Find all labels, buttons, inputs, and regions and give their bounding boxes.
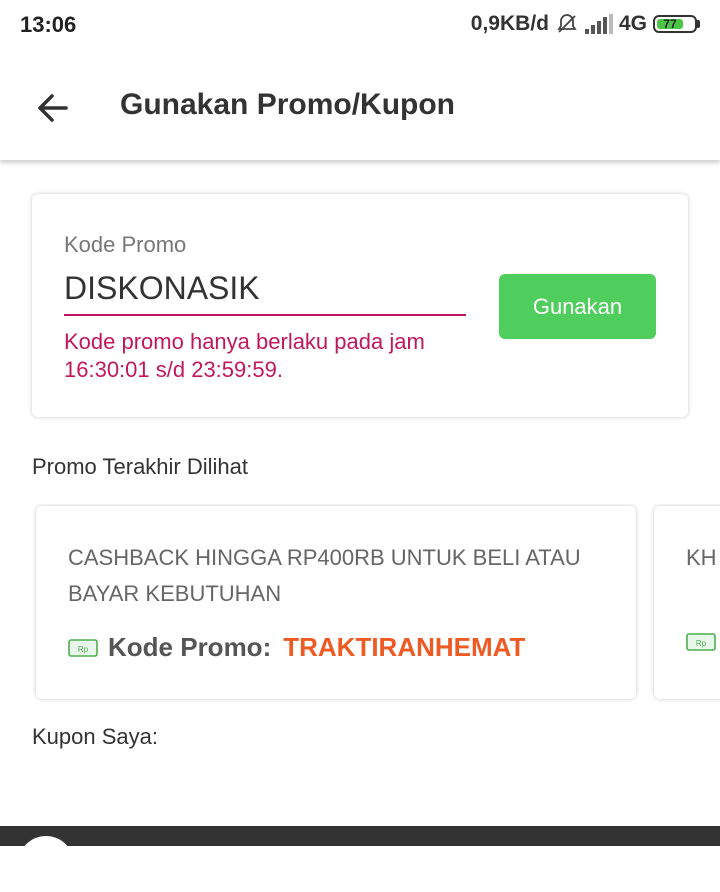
my-coupons-title: Kupon Saya:: [32, 724, 158, 749]
promo-code-row: Rp: [686, 632, 716, 652]
battery-level: 77: [657, 18, 683, 30]
money-icon: Rp: [68, 638, 98, 657]
promo-description: KH CAS: [686, 545, 720, 570]
avatar[interactable]: [18, 836, 74, 892]
promo-code-input[interactable]: [64, 262, 466, 316]
bell-off-icon: [557, 14, 577, 33]
promo-card[interactable]: CASHBACK HINGGA RP400RB UNTUK BELI ATAU …: [36, 506, 636, 699]
promo-code-value: TRAKTIRANHEMAT: [283, 632, 526, 662]
status-indicators: 0,9KB/d 4G 77: [471, 12, 700, 36]
page-title: Gunakan Promo/Kupon: [120, 88, 456, 121]
promo-code-card: Kode Promo Kode promo hanya berlaku pada…: [32, 194, 688, 417]
promo-code-label: Kode Promo: [64, 232, 187, 257]
promo-description: CASHBACK HINGGA RP400RB UNTUK BELI ATAU …: [68, 545, 581, 606]
promo-card[interactable]: KH CAS Rp: [654, 506, 720, 699]
promo-code-label: Kode Promo:: [108, 632, 272, 662]
arrow-left-icon: [38, 94, 68, 122]
network-type: 4G: [618, 12, 647, 35]
status-time: 13:06: [20, 12, 77, 37]
signal-icon: [584, 14, 613, 34]
money-icon: Rp: [686, 633, 716, 651]
bottom-bar: [0, 826, 720, 892]
app-bar: Gunakan Promo/Kupon: [0, 52, 720, 160]
svg-text:Rp: Rp: [78, 645, 89, 654]
promo-error-message: Kode promo hanya berlaku pada jam 16:30:…: [64, 329, 425, 382]
network-speed: 0,9KB/d: [470, 12, 549, 35]
status-bar: 13:06 0,9KB/d 4G 77: [0, 0, 720, 52]
promo-code-row: Rp Kode Promo: TRAKTIRANHEMAT: [68, 632, 525, 663]
battery-icon: 77: [653, 15, 700, 33]
recent-promos-carousel[interactable]: CASHBACK HINGGA RP400RB UNTUK BELI ATAU …: [0, 504, 720, 704]
back-button[interactable]: [30, 86, 74, 130]
recent-promos-title: Promo Terakhir Dilihat: [32, 454, 249, 479]
svg-text:Rp: Rp: [696, 639, 707, 648]
apply-promo-button[interactable]: Gunakan: [499, 274, 656, 339]
